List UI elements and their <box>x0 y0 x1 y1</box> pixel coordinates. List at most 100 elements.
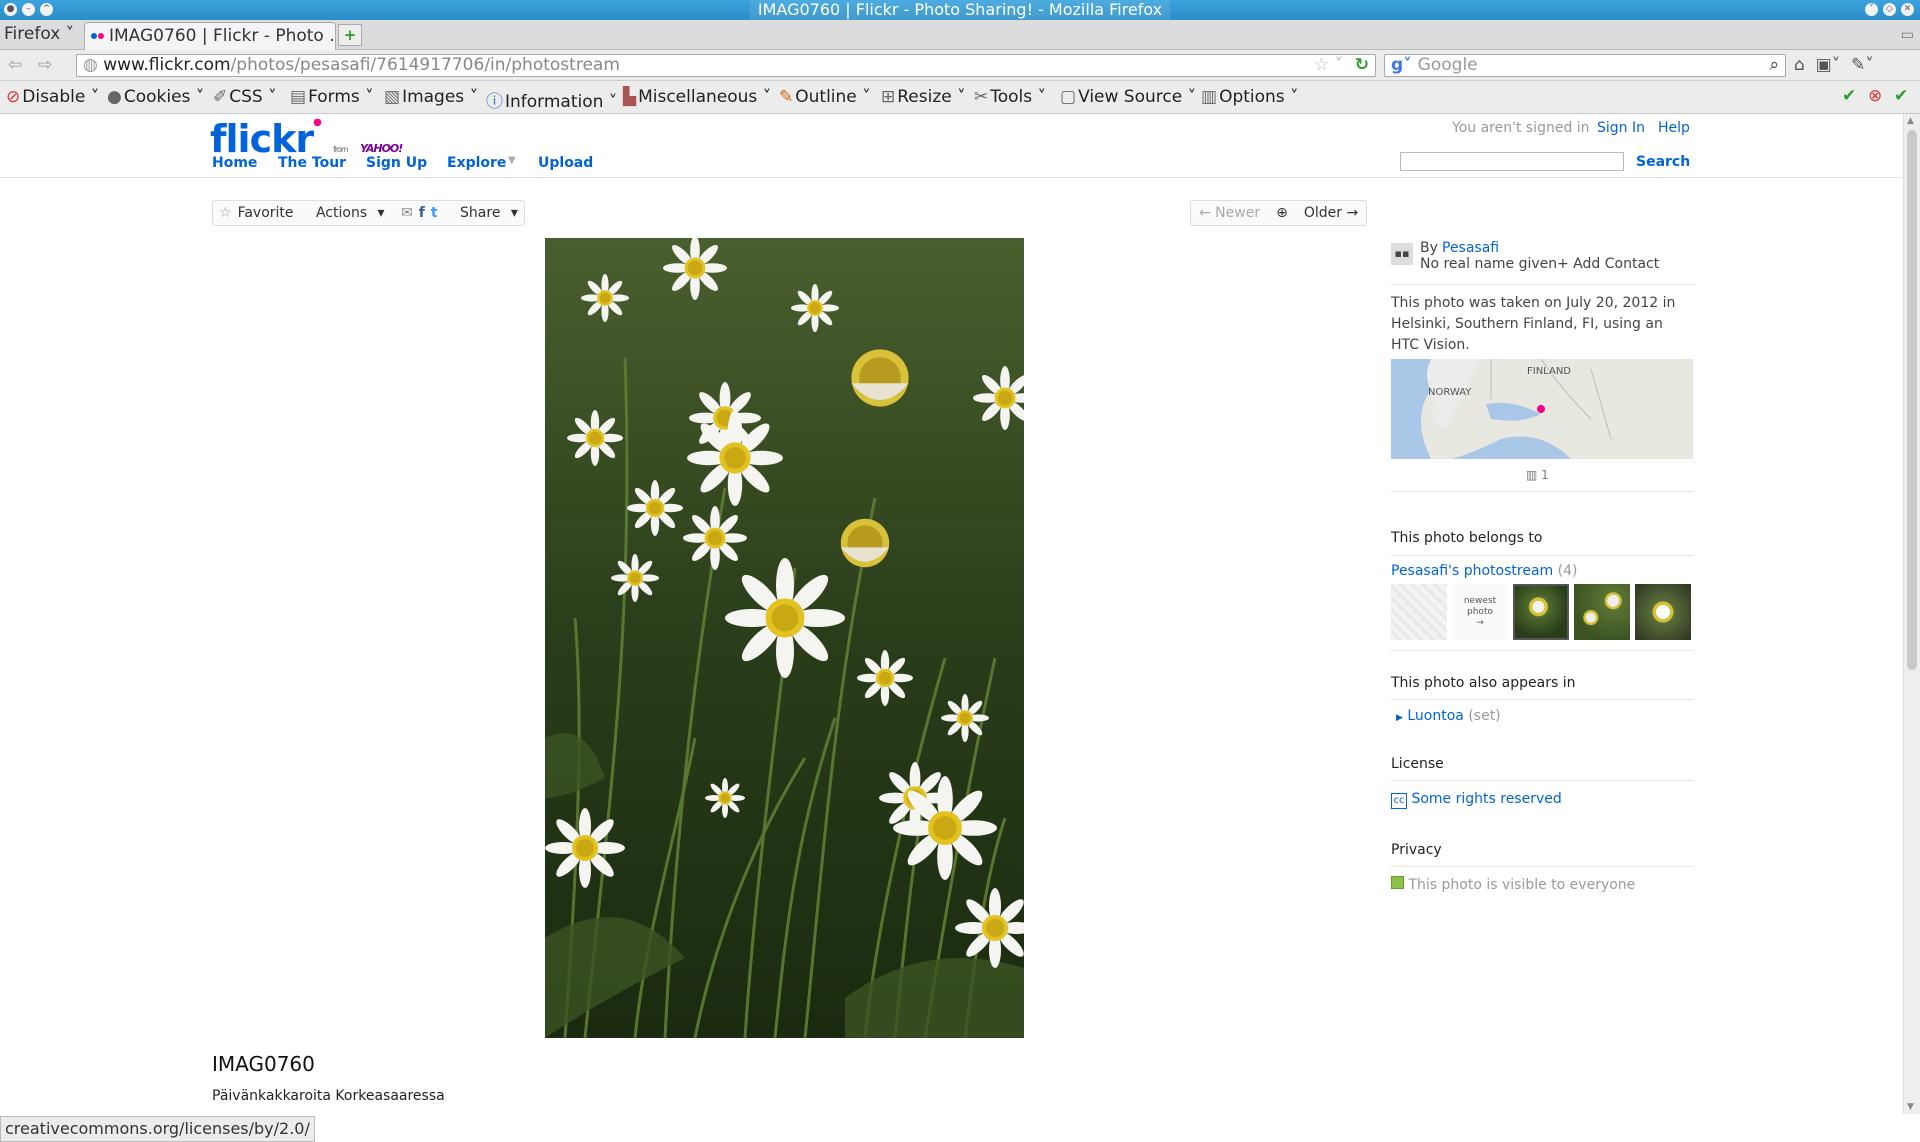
license-heading: License <box>1391 756 1444 772</box>
newest-photo-thumb[interactable]: newest photo → <box>1452 584 1508 640</box>
tools-menu-icon[interactable]: ✎˅ <box>1851 55 1874 75</box>
divider <box>1391 780 1693 781</box>
back-button[interactable]: ⇦ <box>8 55 22 75</box>
nav-the-tour[interactable]: The Tour <box>278 155 346 171</box>
url-domain: www.flickr.com <box>103 55 231 75</box>
belongs-heading: This photo belongs to <box>1391 530 1543 546</box>
bookmark-star-icon[interactable]: ☆ ˅ <box>1314 55 1343 76</box>
share-button[interactable]: Share ▾ <box>454 205 518 221</box>
explore-dropdown-icon[interactable]: ▼ <box>508 155 516 166</box>
site-identity-icon[interactable]: ◍ <box>83 55 98 75</box>
reload-icon[interactable]: ↻ <box>1355 55 1369 76</box>
firefox-menu-button[interactable]: Firefox ˅ <box>4 24 74 44</box>
actions-button[interactable]: Actions ▾ <box>310 205 385 221</box>
devtool-css[interactable]: ✐ CSS ˅ <box>213 87 277 107</box>
empty-thumb <box>1391 584 1447 640</box>
binoculars-search-icon[interactable]: ⌕ <box>1769 55 1779 76</box>
validation-css-icon[interactable]: ✔ <box>1894 86 1908 106</box>
newer-button[interactable]: ← Newer <box>1199 205 1260 221</box>
main-photo[interactable] <box>545 238 1024 1038</box>
devtool-label: CSS <box>229 87 263 107</box>
validation-ok-icon[interactable]: ✔ <box>1842 86 1856 106</box>
privacy-heading: Privacy <box>1391 842 1442 858</box>
devtool-cookies[interactable]: ● Cookies ˅ <box>107 87 204 107</box>
real-name-text: No real name given <box>1420 256 1558 272</box>
close-window-icon[interactable]: ✕ <box>1901 3 1914 16</box>
creative-commons-icon[interactable]: cc <box>1391 793 1407 809</box>
scroll-up-icon[interactable]: ▲ <box>1907 116 1914 126</box>
browser-tab[interactable]: IMAG0760 | Flickr - Photo ... <box>84 22 336 50</box>
set-type: (set) <box>1468 708 1501 724</box>
minimize-small-icon[interactable]: – <box>22 3 35 16</box>
google-engine-icon[interactable]: g˅ <box>1391 55 1412 75</box>
window-menu-icon[interactable]: ● <box>4 3 17 16</box>
daisy-photo-image <box>545 238 1024 1038</box>
divider <box>1391 284 1696 285</box>
search-box[interactable]: g˅ Google ⌕ <box>1384 54 1786 77</box>
outline-icon: ✎ <box>779 87 794 107</box>
older-button[interactable]: Older → <box>1304 205 1358 221</box>
nav-explore[interactable]: Explore <box>447 155 506 171</box>
devtool-miscellaneous[interactable]: ▙ Miscellaneous ˅ <box>623 87 771 107</box>
devtool-information[interactable]: ⓘ Information ˅ <box>486 87 617 112</box>
devtool-label: Forms <box>308 87 360 107</box>
nav-home[interactable]: Home <box>212 155 257 171</box>
devtool-outline[interactable]: ✎ Outline ˅ <box>779 87 871 107</box>
forms-icon: ▤ <box>290 87 307 107</box>
forward-button[interactable]: ⇨ <box>38 55 52 75</box>
tools-icon: ✂ <box>974 87 989 107</box>
photo-thumb[interactable] <box>1574 584 1630 640</box>
views-count: ▥ 1 <box>1526 468 1549 482</box>
zoom-icon[interactable]: ⊕ <box>1276 205 1288 221</box>
set-link[interactable]: Luontoa <box>1407 708 1464 724</box>
photostream-line: Pesasafi's photostream (4) <box>1391 563 1577 579</box>
shade-icon[interactable]: ^ <box>40 3 53 16</box>
email-icon[interactable]: ✉ <box>401 205 413 221</box>
favorite-button[interactable]: Favorite <box>238 205 294 221</box>
home-icon[interactable]: ⌂ <box>1794 55 1805 75</box>
photo-thumb[interactable] <box>1635 584 1691 640</box>
license-link[interactable]: Some rights reserved <box>1411 791 1561 807</box>
sign-in-link[interactable]: Sign In <box>1597 120 1645 136</box>
devtool-resize[interactable]: ⊞ Resize ˅ <box>881 87 966 107</box>
devtool-view-source[interactable]: ▢ View Source ˅ <box>1060 87 1196 107</box>
add-contact-link[interactable]: + Add Contact <box>1557 256 1659 272</box>
devtool-label: Miscellaneous <box>638 87 758 107</box>
scrollbar-thumb[interactable] <box>1907 130 1917 670</box>
devtool-forms[interactable]: ▤ Forms ˅ <box>290 87 374 107</box>
maximize-icon[interactable]: ◇ <box>1883 3 1896 16</box>
nav-sign-up[interactable]: Sign Up <box>366 155 427 171</box>
disable-icon: ⊘ <box>6 87 21 107</box>
tab-title: IMAG0760 | Flickr - Photo ... <box>109 26 336 46</box>
information-icon: ⓘ <box>486 92 503 112</box>
owner-link[interactable]: Pesasafi <box>1442 240 1499 256</box>
page-scrollbar[interactable]: ▲ ▼ <box>1903 114 1920 1114</box>
validation-error-icon[interactable]: ⊗ <box>1868 86 1882 106</box>
current-photo-thumb[interactable] <box>1513 584 1569 640</box>
photostream-count: (4) <box>1557 563 1578 579</box>
devtool-tools[interactable]: ✂ Tools ˅ <box>974 87 1046 107</box>
flickr-search-button[interactable]: Search <box>1636 154 1690 170</box>
owner-block: ▪▪ By Pesasafi No real name given + Add … <box>1391 240 1696 276</box>
new-tab-button[interactable]: + <box>338 24 362 46</box>
tab-list-icon[interactable]: ▭ <box>1901 27 1914 43</box>
devtool-images[interactable]: ▧ Images ˅ <box>384 87 478 107</box>
bookmarks-icon[interactable]: ▣˅ <box>1816 55 1841 75</box>
scroll-down-icon[interactable]: ▼ <box>1907 1102 1914 1112</box>
nav-upload[interactable]: Upload <box>538 155 593 171</box>
devtool-disable[interactable]: ⊘ Disable ˅ <box>6 87 99 107</box>
url-bar[interactable]: ◍ www.flickr.com/photos/pesasafi/7614917… <box>76 54 1376 77</box>
resize-icon: ⊞ <box>881 87 896 107</box>
facebook-icon[interactable]: f <box>419 205 425 221</box>
devtool-options[interactable]: ▥ Options ˅ <box>1201 87 1299 107</box>
appears-heading: This photo also appears in <box>1391 675 1576 691</box>
photostream-link[interactable]: Pesasafi's photostream <box>1391 563 1553 579</box>
flickr-search-input[interactable] <box>1400 152 1624 171</box>
location-map[interactable]: FINLAND NORWAY <box>1391 359 1693 459</box>
not-signed-in-text: You aren't signed in <box>1452 120 1590 136</box>
buddy-avatar[interactable]: ▪▪ <box>1391 243 1413 265</box>
window-titlebar: ● – ^ IMAG0760 | Flickr - Photo Sharing!… <box>0 0 1920 20</box>
help-link[interactable]: Help <box>1658 120 1690 136</box>
twitter-icon[interactable]: t <box>431 205 438 221</box>
minimize-icon[interactable]: ˅ <box>1865 3 1878 16</box>
